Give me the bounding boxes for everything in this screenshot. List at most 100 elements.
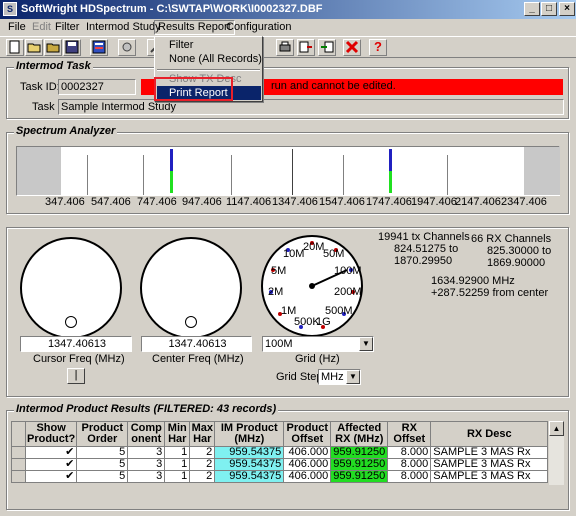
spectrum-out-of-band-right (524, 147, 560, 195)
list-view-icon[interactable] (90, 39, 108, 56)
column-header[interactable]: Affected RX (MHz) (330, 421, 389, 447)
row-selector[interactable] (11, 458, 26, 471)
folder-icon[interactable] (44, 39, 62, 56)
axis-label: 2147.406 (455, 196, 501, 208)
column-header[interactable]: Product Offset (283, 421, 332, 447)
menu-item-filter[interactable]: Filter (157, 38, 261, 52)
cell-order: 5 (76, 458, 129, 471)
results-table[interactable]: Show Product? Product Order Comp onent M… (11, 421, 563, 483)
center-freq-label: Center Freq (MHz) (152, 353, 244, 365)
status-message: run and cannot be edited. (271, 80, 396, 92)
column-header[interactable]: Min Har (164, 421, 191, 447)
cell-rx-offset: 8.000 (387, 446, 432, 459)
maximize-button[interactable]: □ (541, 2, 557, 16)
chevron-down-icon[interactable]: ▼ (346, 370, 360, 384)
cell-component: 3 (127, 458, 166, 471)
menu-intermod-study[interactable]: Intermod Study (82, 20, 165, 35)
axis-label: 1947.406 (411, 196, 457, 208)
delete-icon[interactable] (343, 39, 361, 56)
column-header[interactable]: Max Har (189, 421, 216, 447)
cursor-mhz-readout: 1634.92900 MHz (431, 275, 515, 287)
help-icon[interactable]: ? (369, 39, 387, 56)
network-icon[interactable] (118, 39, 136, 56)
save-icon[interactable] (63, 39, 81, 56)
menu-item-none-all-records[interactable]: None (All Records) (157, 52, 262, 66)
cell-rx-desc: SAMPLE 3 MAS Rx (430, 470, 549, 483)
cursor-line (292, 149, 293, 195)
menu-filter[interactable]: Filter (51, 20, 83, 35)
table-scrollbar[interactable]: ▲ (548, 421, 564, 485)
cell-rx-desc: SAMPLE 3 MAS Rx (430, 458, 549, 471)
reset-cursor-button[interactable]: | (67, 368, 85, 384)
column-header[interactable]: IM Product (MHz) (214, 421, 285, 447)
export-icon[interactable] (297, 39, 315, 56)
show-product-checkbox[interactable]: ✔ (24, 446, 78, 459)
print-icon[interactable] (276, 39, 294, 56)
menu-separator (157, 69, 260, 71)
menu-configuration[interactable]: Configuration (222, 20, 295, 35)
table-row[interactable]: ✔ 5 3 1 2 959.54375 406.000 959.91250 8.… (11, 458, 563, 471)
axis-label: 947.406 (182, 196, 222, 208)
task-name-field[interactable]: Sample Intermod Study (58, 99, 564, 115)
dial-label: 100M (334, 265, 362, 277)
spectrum-analyzer-label: Spectrum Analyzer (14, 125, 118, 137)
grid-tick (231, 155, 232, 195)
axis-label: 1547.406 (319, 196, 365, 208)
row-selector[interactable] (11, 470, 26, 483)
grid-step-label: Grid Step (276, 371, 323, 383)
offset-from-center: +287.52259 from center (431, 287, 549, 299)
cell-im-product: 959.54375 (214, 470, 285, 483)
chevron-down-icon[interactable]: ▼ (359, 337, 373, 351)
open-folder-icon[interactable] (25, 39, 43, 56)
tx-range-to: 1870.29950 (394, 255, 453, 267)
column-header[interactable]: RX Offset (387, 421, 432, 447)
scroll-up-icon[interactable]: ▲ (549, 421, 564, 436)
cursor-freq-label: Cursor Freq (MHz) (33, 353, 125, 365)
grid-dial[interactable]: 20M 10M 50M 5M 100M 2M 200M 1M 500M 500K… (261, 235, 363, 337)
cursor-freq-dial[interactable] (20, 237, 122, 339)
cell-product-offset: 406.000 (283, 458, 332, 471)
column-header[interactable]: Show Product? (24, 421, 78, 447)
intermod-task-label: Intermod Task (14, 60, 93, 72)
app-icon: S (3, 2, 17, 16)
window-title: SoftWright HDSpectrum - C:\SWTAP\WORK\I0… (21, 3, 323, 15)
close-button[interactable]: × (559, 2, 575, 16)
grid-select[interactable]: 100M ▼ (262, 336, 374, 352)
column-header[interactable]: Product Order (76, 421, 129, 447)
show-product-checkbox[interactable]: ✔ (24, 458, 78, 471)
cell-min-har: 1 (164, 470, 191, 483)
dial-knob[interactable] (65, 316, 77, 328)
rx-channels-count: 66 RX Channels (471, 233, 552, 245)
column-header[interactable]: RX Desc (430, 421, 549, 447)
dial-label: 200M (334, 286, 362, 298)
dial-label: 1G (316, 316, 331, 328)
task-id-field[interactable]: 0002327 (58, 79, 136, 95)
cell-rx-offset: 8.000 (387, 458, 432, 471)
cell-min-har: 1 (164, 446, 191, 459)
minimize-button[interactable]: _ (524, 2, 540, 16)
grid-step-select[interactable]: MHz ▼ (318, 369, 361, 385)
rx-range-from: 825.30000 to (487, 245, 552, 257)
grid-tick (87, 155, 88, 195)
signal-marker-blue (389, 149, 392, 171)
dial-label: 5M (271, 265, 287, 277)
center-freq-field[interactable]: 1347.40613 (141, 336, 252, 352)
row-selector[interactable] (11, 446, 26, 459)
signal-marker-blue (170, 149, 173, 171)
dial-label: 50M (323, 248, 345, 260)
axis-label: 1347.406 (272, 196, 318, 208)
table-row[interactable]: ✔ 5 3 1 2 959.54375 406.000 959.91250 8.… (11, 446, 563, 459)
show-product-checkbox[interactable]: ✔ (24, 470, 78, 483)
column-header[interactable]: Comp onent (127, 421, 166, 447)
menu-file[interactable]: File (4, 20, 30, 35)
cursor-freq-field[interactable]: 1347.40613 (20, 336, 132, 352)
import-icon[interactable] (318, 39, 336, 56)
dial-knob[interactable] (185, 316, 197, 328)
center-freq-dial[interactable] (140, 237, 242, 339)
cell-product-offset: 406.000 (283, 470, 332, 483)
spectrum-display[interactable] (16, 146, 560, 196)
table-header-row: Show Product? Product Order Comp onent M… (11, 421, 563, 447)
axis-label: 747.406 (137, 196, 177, 208)
new-file-icon[interactable] (6, 39, 24, 56)
table-row[interactable]: ✔ 5 3 1 2 959.54375 406.000 959.91250 8.… (11, 470, 563, 483)
